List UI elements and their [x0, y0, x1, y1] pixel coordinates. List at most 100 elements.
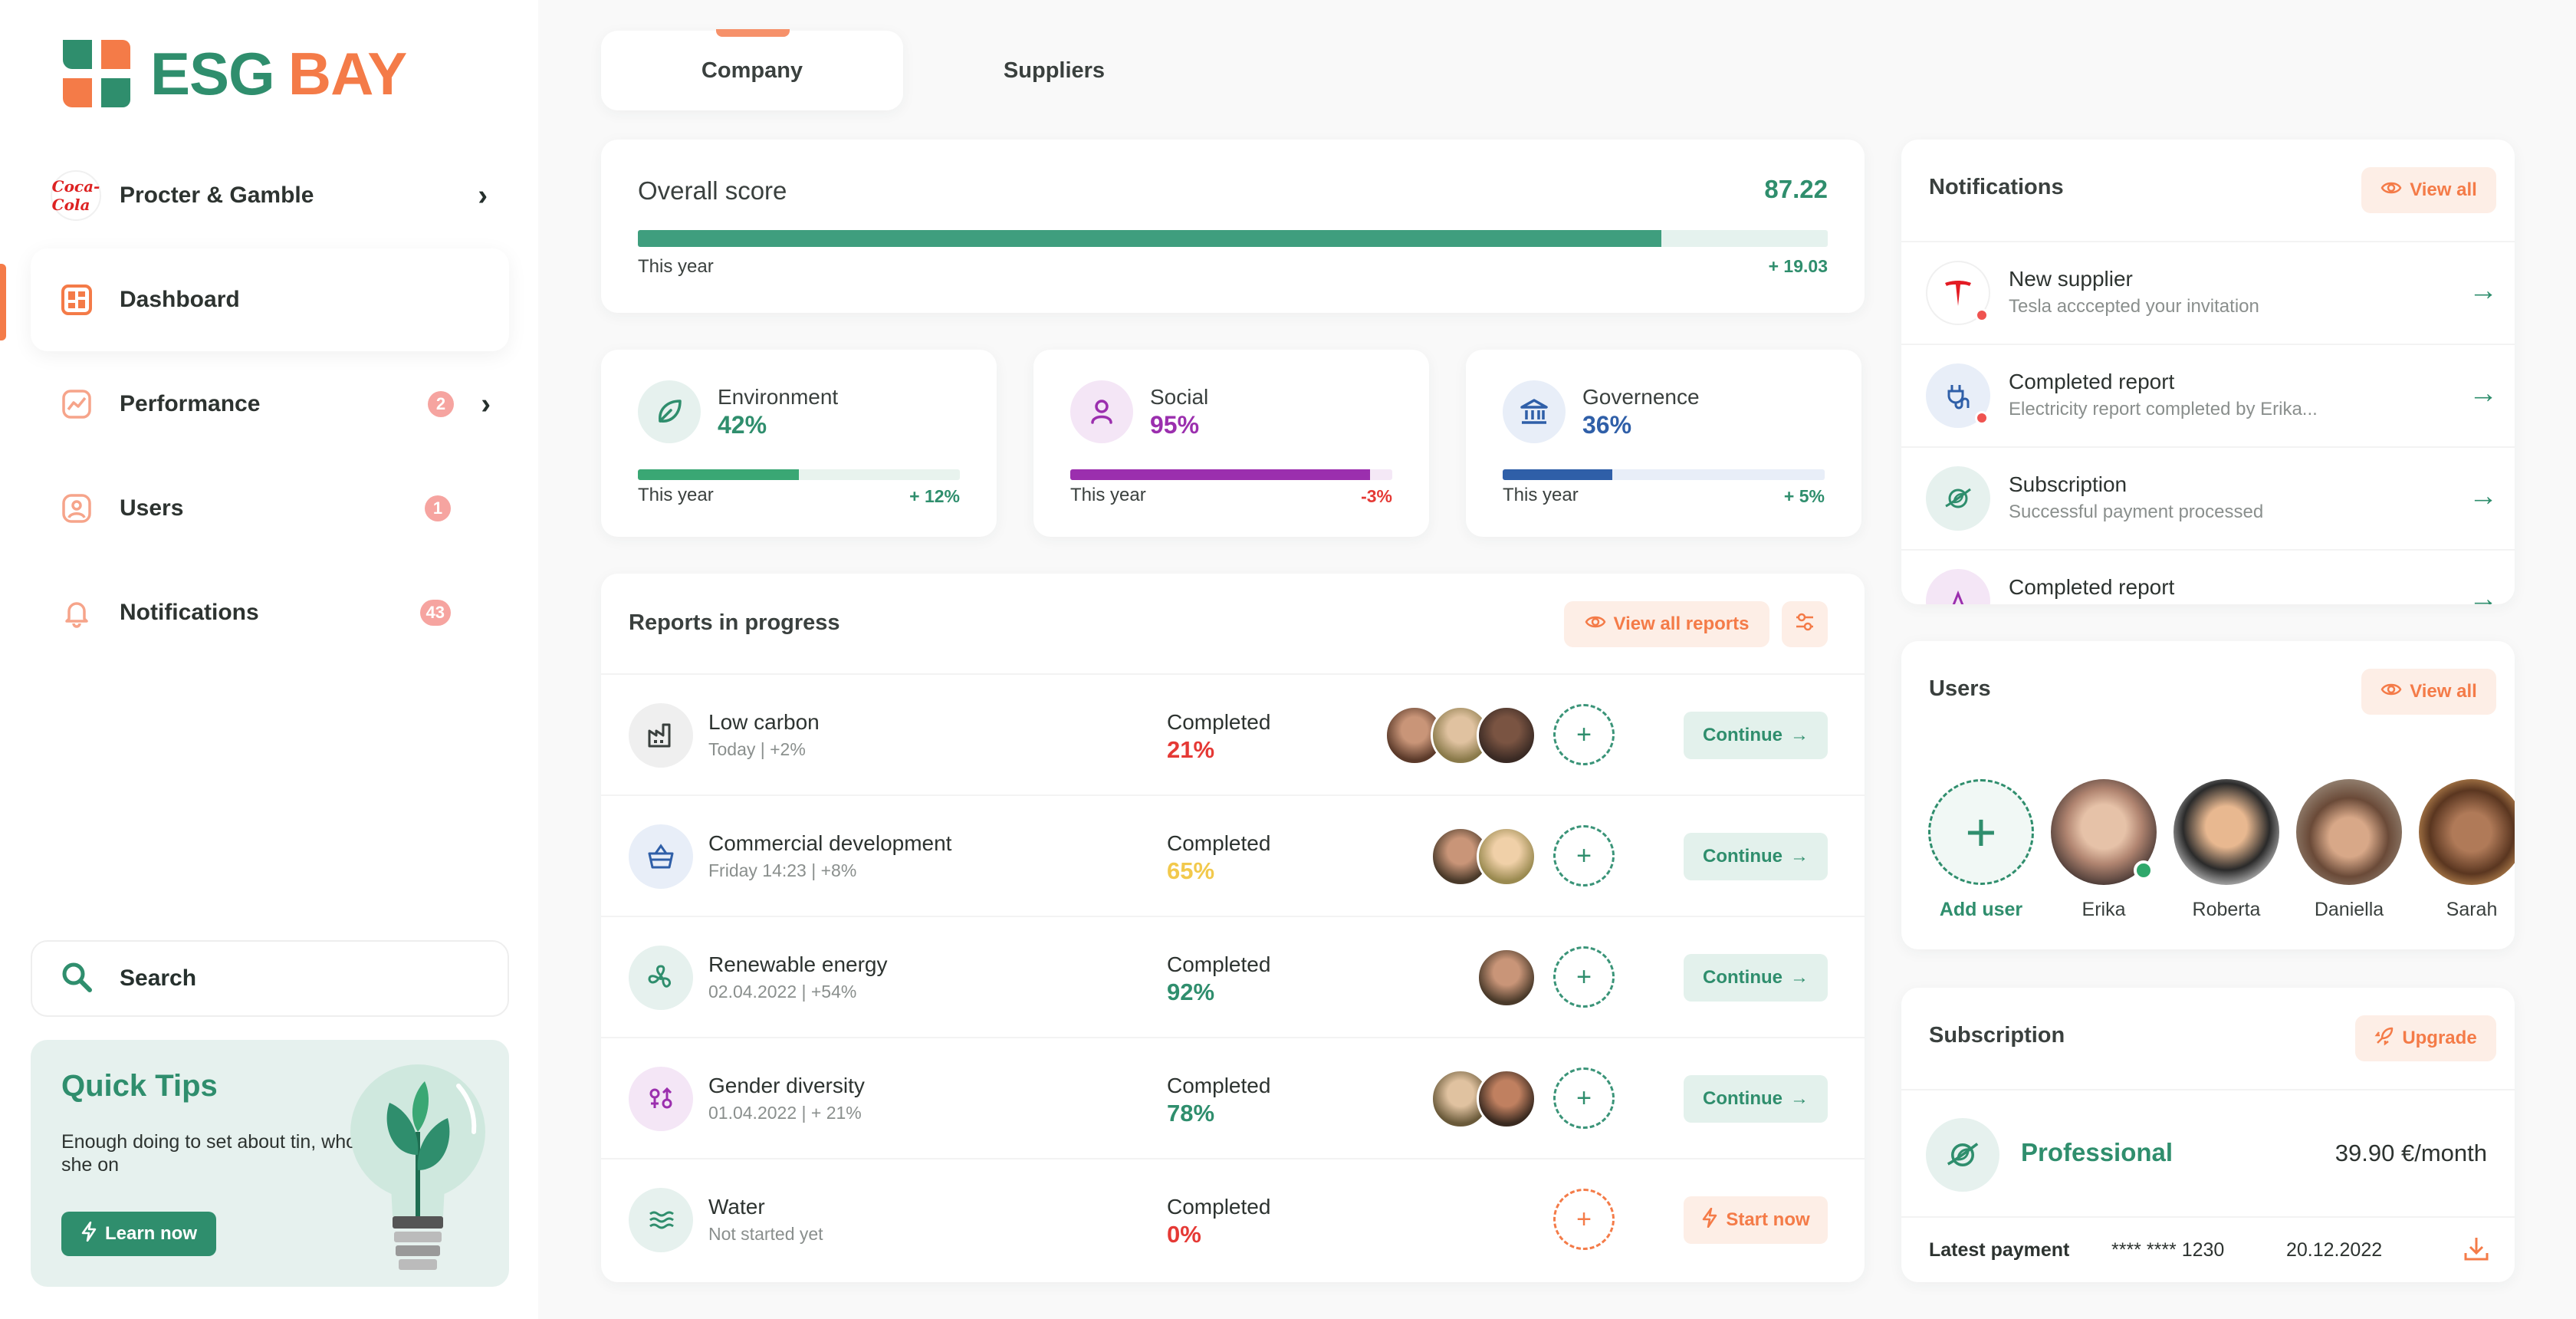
add-contributor-button[interactable]: + [1553, 1189, 1615, 1250]
clover-logo-icon [63, 40, 130, 107]
upgrade-label: Upgrade [2402, 1028, 2477, 1048]
notification-title: Completed report [2009, 575, 2175, 599]
add-user-label: Add user [1939, 899, 2023, 920]
user-name: Sarah [2446, 899, 2498, 920]
notifications-title: Notifications [1929, 175, 2064, 199]
start-now-button[interactable]: Start now [1684, 1196, 1828, 1244]
view-all-reports-label: View all reports [1613, 613, 1750, 634]
upgrade-button[interactable]: Upgrade [2355, 1015, 2496, 1061]
continue-button[interactable]: Continue → [1684, 954, 1828, 1002]
count-badge: 43 [419, 600, 451, 626]
continue-label: Continue [1703, 846, 1783, 867]
company-selector[interactable]: Coca-Cola Procter & Gamble › [51, 167, 495, 224]
continue-button[interactable]: Continue → [1684, 833, 1828, 880]
count-badge: 1 [425, 495, 451, 521]
notification-desc: Successful payment processed [2009, 502, 2264, 522]
social-card: Social 95% This year -3% [1033, 350, 1429, 537]
add-contributor-button[interactable]: + [1553, 1067, 1615, 1129]
add-contributor-button[interactable]: + [1553, 946, 1615, 1008]
arrow-right-icon[interactable]: → [2469, 480, 2498, 513]
divider [1901, 1216, 2515, 1218]
arrow-right-icon[interactable]: → [2469, 275, 2498, 308]
report-row[interactable]: Water Not started yet Completed 0% + Sta… [601, 1158, 1865, 1279]
user-item[interactable]: Roberta [2173, 779, 2280, 921]
divider [1901, 1089, 2515, 1090]
pillar-name: Environment [718, 385, 839, 409]
user-item[interactable]: Erika [2050, 779, 2157, 921]
search-button[interactable]: Search [31, 940, 509, 1017]
view-all-reports-button[interactable]: View all reports [1564, 601, 1769, 647]
filter-button[interactable] [1782, 601, 1828, 647]
arrow-right-icon: → [1789, 846, 1809, 867]
chart-icon [60, 387, 94, 421]
notification-item[interactable]: Completed report → [1901, 549, 2515, 604]
report-subtitle: Not started yet [708, 1224, 823, 1244]
notification-item[interactable]: New supplier Tesla acccepted your invita… [1901, 241, 2515, 344]
report-icon [1926, 569, 1990, 604]
tab-label: Suppliers [1003, 58, 1106, 83]
sidebar-item-label: Performance [120, 391, 261, 416]
report-name: Water [708, 1195, 765, 1219]
pillar-delta: -3% [1361, 486, 1392, 506]
continue-button[interactable]: Continue → [1684, 1075, 1828, 1123]
overall-progress-bar [638, 230, 1828, 247]
view-all-notifications-button[interactable]: View all [2361, 167, 2496, 213]
planet-leaf-icon [1926, 466, 1990, 531]
arrow-right-icon[interactable]: → [2469, 377, 2498, 410]
continue-button[interactable]: Continue → [1684, 712, 1828, 759]
user-name: Erika [2082, 899, 2126, 920]
subscription-title: Subscription [1929, 1023, 2065, 1048]
notification-item[interactable]: Completed report Electricity report comp… [1901, 344, 2515, 446]
arrow-right-icon[interactable]: → [2469, 583, 2498, 604]
download-icon[interactable] [2463, 1235, 2490, 1266]
report-percent: 78% [1167, 1100, 1215, 1127]
brand-logo[interactable]: ESG BAY [61, 38, 408, 109]
report-row[interactable]: Gender diversity 01.04.2022 | + 21% Comp… [601, 1037, 1865, 1158]
unread-dot [1975, 411, 1989, 425]
notification-title: Completed report [2009, 370, 2175, 393]
pillar-percent: 95% [1150, 411, 1200, 439]
report-percent: 92% [1167, 979, 1215, 1005]
sidebar-item-users[interactable]: Users 1 [31, 457, 509, 560]
gender-icon [629, 1067, 693, 1131]
notification-title: Subscription [2009, 472, 2128, 496]
start-now-label: Start now [1726, 1209, 1810, 1230]
quick-tips-card: Quick Tips Enough doing to set about tin… [31, 1040, 509, 1287]
plan-price: 39.90 €/month [2334, 1140, 2487, 1166]
completed-label: Completed [1167, 1074, 1271, 1097]
chevron-right-icon: › [481, 387, 491, 420]
notification-item[interactable]: Subscription Successful payment processe… [1901, 446, 2515, 549]
avatar[interactable] [1477, 948, 1536, 1008]
user-item[interactable]: Sarah [2418, 779, 2515, 921]
report-row[interactable]: Renewable energy 02.04.2022 | +54% Compl… [601, 916, 1865, 1037]
avatar[interactable] [1477, 827, 1536, 886]
tab-company[interactable]: Company [601, 31, 903, 110]
dashboard-icon [60, 283, 94, 317]
person-icon [1070, 380, 1133, 443]
overall-progress-fill [638, 230, 1661, 247]
avatar[interactable] [1477, 1069, 1536, 1129]
add-contributor-button[interactable]: + [1553, 704, 1615, 765]
report-row[interactable]: Commercial development Friday 14:23 | +8… [601, 794, 1865, 916]
add-user-button[interactable]: + Add user [1927, 779, 2035, 921]
add-contributor-button[interactable]: + [1553, 825, 1615, 886]
view-all-users-button[interactable]: View all [2361, 669, 2496, 715]
learn-now-button[interactable]: Learn now [61, 1212, 216, 1256]
bolt-icon [80, 1221, 97, 1247]
avatar[interactable] [1477, 706, 1536, 765]
plus-icon: + [1928, 779, 2034, 885]
user-item[interactable]: Daniella [2295, 779, 2403, 921]
company-name: Procter & Gamble [120, 183, 314, 208]
leaf-icon [638, 380, 701, 443]
sidebar-item-label: Notifications [120, 600, 259, 625]
sidebar-item-notifications[interactable]: Notifications 43 [31, 561, 509, 664]
overall-score-value: 87.22 [1764, 175, 1828, 203]
report-percent: 0% [1167, 1221, 1201, 1248]
brand-name-part2: BAY [288, 39, 408, 107]
report-row[interactable]: Low carbon Today | +2% Completed 21% + C… [601, 673, 1865, 794]
unread-dot [1975, 308, 1989, 322]
overall-delta: + 19.03 [1768, 256, 1828, 276]
sidebar-item-performance[interactable]: Performance 2 › [31, 353, 509, 456]
sidebar-item-dashboard[interactable]: Dashboard [31, 248, 509, 351]
tab-suppliers[interactable]: Suppliers [903, 31, 1205, 110]
